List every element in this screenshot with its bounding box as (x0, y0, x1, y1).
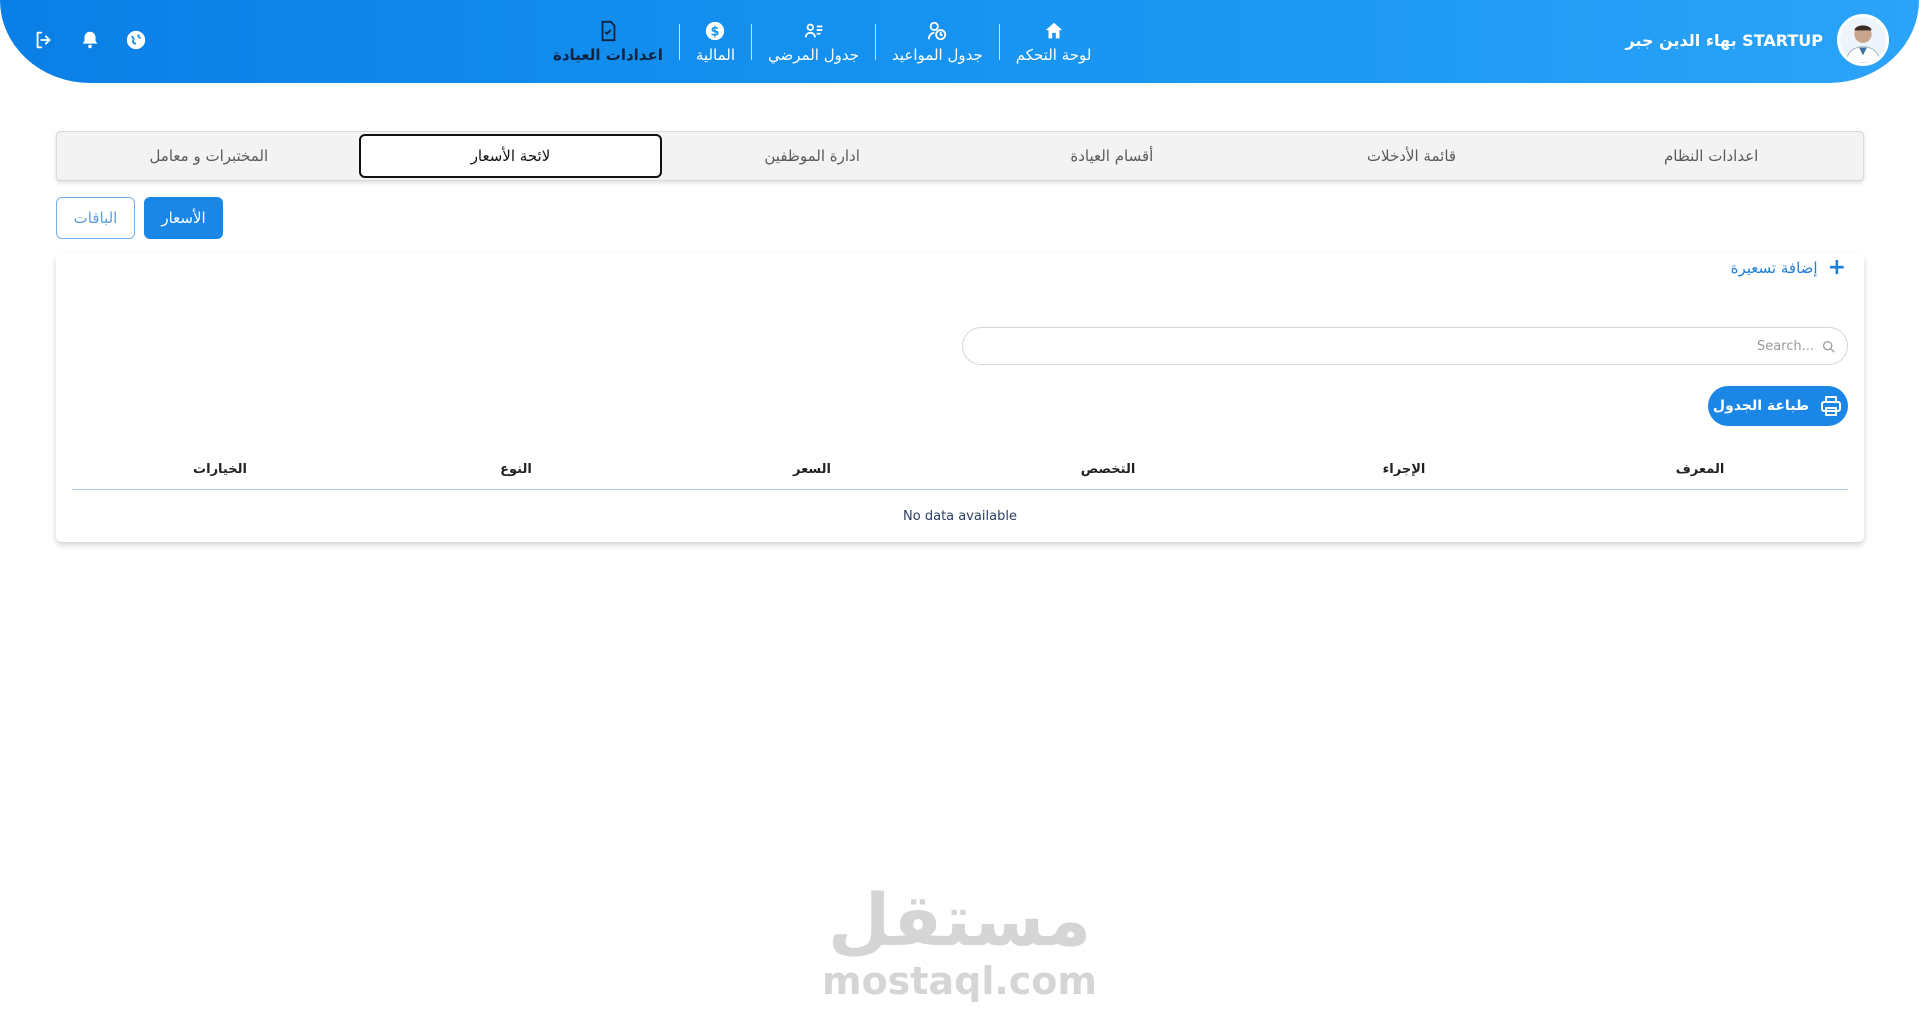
avatar (1837, 14, 1889, 66)
tab-staff-management[interactable]: ادارة الموظفين (662, 134, 962, 178)
tab-system-settings[interactable]: اعدادات النظام (1561, 134, 1861, 178)
search-icon (1822, 340, 1835, 353)
main-nav: اعدادات العيادة $ المالية جدول المرضي جد… (537, 12, 1107, 72)
column-header[interactable]: السعر (664, 450, 960, 489)
plus-icon: + (1827, 255, 1846, 280)
user-profile[interactable]: بهاء الدين جبر STARTUP (1626, 14, 1889, 66)
globe-icon[interactable] (124, 28, 148, 52)
watermark-arabic: مستقل (827, 878, 1092, 962)
print-table-button[interactable]: طباعة الجدول (1708, 386, 1848, 426)
patients-list-icon (804, 23, 822, 38)
bell-icon[interactable] (78, 28, 102, 52)
svg-text:$: $ (711, 25, 720, 40)
search-input[interactable] (975, 338, 1814, 354)
settings-tabs: اعدادات النظام قائمة الأدخلات أقسام العي… (56, 131, 1864, 181)
nav-clinic-settings[interactable]: اعدادات العيادة (537, 12, 679, 72)
appointments-icon (928, 21, 947, 41)
add-pricing-label: إضافة تسعيرة (1730, 259, 1818, 277)
add-pricing-button[interactable]: + إضافة تسعيرة (1731, 257, 1846, 279)
tab-clinic-departments[interactable]: أقسام العيادة (962, 134, 1262, 178)
column-header[interactable]: المعرف (1552, 450, 1848, 489)
user-name: بهاء الدين جبر STARTUP (1625, 30, 1823, 50)
tab-labs[interactable]: المختبرات و معامل (59, 134, 359, 178)
column-header[interactable]: التخصص (960, 450, 1256, 489)
nav-appointments[interactable]: جدول المواعيد (876, 12, 999, 72)
dollar-icon: $ (706, 21, 725, 41)
column-header[interactable]: النوع (368, 450, 664, 489)
nav-dashboard[interactable]: لوحة التحكم (1000, 12, 1108, 72)
top-header: اعدادات العيادة $ المالية جدول المرضي جد… (0, 0, 1919, 83)
search-box (962, 327, 1848, 365)
logout-icon[interactable] (32, 28, 56, 52)
tab-entries-list[interactable]: قائمة الأدخلات (1262, 134, 1562, 178)
nav-label: اعدادات العيادة (553, 46, 663, 64)
nav-patients[interactable]: جدول المرضي (752, 12, 875, 72)
header-actions (32, 28, 148, 52)
nav-finance[interactable]: $ المالية (680, 12, 751, 72)
home-icon (1045, 22, 1062, 39)
price-list-card: + إضافة تسعيرة طباعة الجدول المعرف الإجر… (56, 253, 1864, 542)
tab-price-list[interactable]: لائحة الأسعار (358, 134, 663, 178)
printer-icon (1821, 396, 1842, 416)
watermark-latin: mostaql.com (821, 959, 1098, 1003)
prices-button[interactable]: الأسعار (144, 197, 223, 239)
packages-button[interactable]: الباقات (56, 197, 135, 239)
nav-label: المالية (695, 46, 736, 64)
nav-label: لوحة التحكم (1015, 46, 1092, 64)
print-label: طباعة الجدول (1712, 398, 1810, 414)
clinic-settings-icon (601, 20, 616, 42)
column-header[interactable]: الإجراء (1256, 450, 1552, 489)
column-header[interactable]: الخيارات (72, 450, 368, 489)
price-table: المعرف الإجراء التخصص السعر النوع الخيار… (72, 450, 1848, 542)
nav-label: جدول المواعيد (892, 46, 983, 64)
empty-state: No data available (903, 508, 1017, 524)
table-header: المعرف الإجراء التخصص السعر النوع الخيار… (72, 450, 1848, 490)
nav-label: جدول المرضي (768, 46, 859, 64)
